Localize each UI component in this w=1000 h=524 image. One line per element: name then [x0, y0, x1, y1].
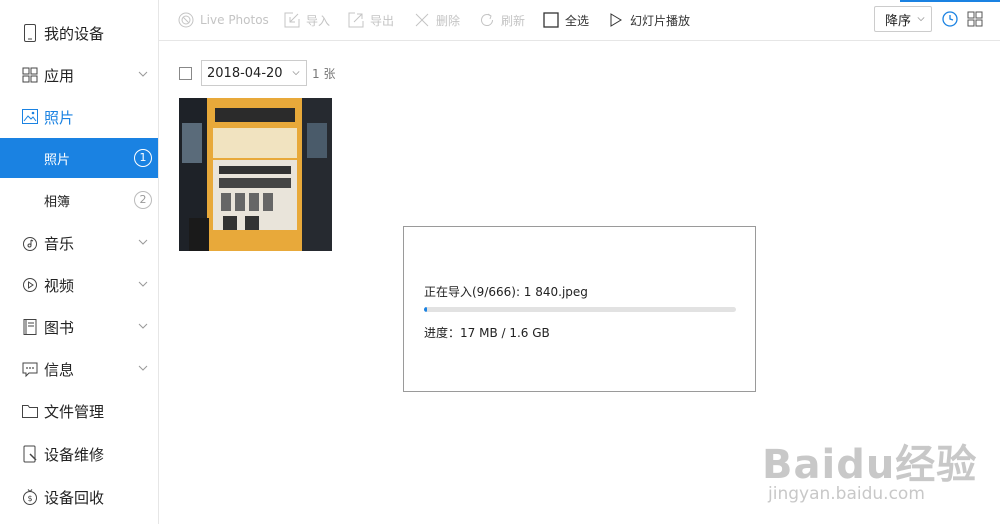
sidebar-item-messages[interactable]: 信息: [0, 348, 158, 390]
grid-view-icon[interactable]: [967, 11, 983, 27]
sidebar-item-apps[interactable]: 应用: [0, 54, 158, 96]
photo-thumbnail[interactable]: [179, 98, 332, 251]
repair-icon: [23, 445, 37, 463]
import-button[interactable]: 导入: [284, 10, 330, 30]
button-label: Live Photos: [200, 13, 269, 27]
message-icon: [22, 362, 38, 378]
sidebar-item-my-device[interactable]: 我的设备: [0, 12, 158, 54]
date-value: 2018-04-20: [207, 65, 283, 81]
sidebar-item-label: 音乐: [44, 234, 75, 253]
export-icon: [348, 12, 364, 28]
sidebar-item-device-recycle[interactable]: $ 设备回收: [0, 476, 158, 518]
play-icon: [610, 13, 622, 27]
sort-order-value: 降序: [885, 13, 912, 29]
chevron-down-icon: [138, 323, 148, 329]
checkbox-icon: [543, 12, 559, 28]
export-button[interactable]: 导出: [348, 10, 394, 30]
baidu-watermark: Baidu经验 jingyan.baidu.com: [762, 418, 992, 518]
sort-order-select[interactable]: 降序: [874, 6, 932, 32]
sidebar-item-label: 设备回收: [44, 488, 105, 507]
import-status-text: 正在导入(9/666): 1 840.jpeg: [424, 285, 588, 299]
live-photos-icon: [178, 12, 194, 28]
chevron-down-icon: [138, 71, 148, 77]
watermark-brand: Baidu经验: [762, 442, 978, 488]
sidebar-subitem-label: 照片: [44, 152, 71, 168]
book-icon: [23, 319, 37, 335]
sidebar-subitem-label: 相簿: [44, 194, 71, 210]
chevron-down-icon: [917, 17, 925, 22]
button-label: 导入: [306, 13, 331, 28]
refresh-button[interactable]: 刷新: [479, 10, 525, 30]
import-progress-fill: [424, 307, 428, 312]
sidebar-subitem-albums[interactable]: 相簿 2: [0, 180, 158, 220]
button-label: 刷新: [501, 13, 526, 28]
watermark-url: jingyan.baidu.com: [768, 484, 925, 504]
sidebar-item-file-manager[interactable]: 文件管理: [0, 390, 158, 432]
sidebar-item-label: 文件管理: [44, 402, 105, 421]
music-icon: [23, 237, 37, 251]
apps-grid-icon: [22, 67, 38, 83]
sidebar-item-photos[interactable]: 照片: [0, 96, 158, 138]
recycle-icon: $: [23, 489, 37, 505]
video-play-icon: [23, 278, 37, 292]
phone-icon: [24, 24, 36, 42]
import-progress-text: 进度：17 MB / 1.6 GB: [424, 326, 550, 340]
button-label: 幻灯片播放: [630, 13, 691, 28]
slideshow-button[interactable]: 幻灯片播放: [608, 10, 690, 30]
chevron-down-icon: [292, 71, 300, 76]
import-progress-bar: [424, 307, 736, 312]
close-icon: [415, 13, 429, 27]
sidebar-item-label: 信息: [44, 360, 75, 379]
button-label: 导出: [370, 13, 395, 28]
select-all-checkbox[interactable]: 全选: [543, 10, 589, 30]
toolbar: Live Photos 导入 导出 删除 刷新 全选 幻灯片播放 降序: [159, 0, 1000, 41]
sidebar-item-video[interactable]: 视频: [0, 264, 158, 306]
photo-count: 1 张: [312, 67, 336, 81]
button-label: 全选: [565, 13, 590, 28]
sidebar-item-music[interactable]: 音乐: [0, 222, 158, 264]
sidebar: 我的设备 应用 照片 照片 1 相簿 2 音乐 视频 图书 信息 文件管理 设备…: [0, 0, 159, 524]
sidebar-item-label: 图书: [44, 318, 75, 337]
chevron-down-icon: [138, 281, 148, 287]
import-progress-dialog: 正在导入(9/666): 1 840.jpeg 进度：17 MB / 1.6 G…: [403, 226, 756, 392]
chevron-down-icon: [138, 239, 148, 245]
sidebar-item-device-repair[interactable]: 设备维修: [0, 433, 158, 475]
sidebar-item-books[interactable]: 图书: [0, 306, 158, 348]
date-group-header: 2018-04-20 1 张: [179, 60, 335, 86]
count-badge: 2: [134, 191, 152, 209]
date-select[interactable]: 2018-04-20: [201, 60, 307, 86]
button-label: 删除: [436, 13, 461, 28]
refresh-icon: [481, 13, 494, 27]
date-group-checkbox[interactable]: [179, 66, 192, 80]
delete-button[interactable]: 删除: [414, 10, 460, 30]
sidebar-subitem-photos[interactable]: 照片 1: [0, 138, 158, 178]
toolbar-accent-line: [900, 0, 1000, 2]
image-icon: [22, 109, 38, 124]
sidebar-item-label: 照片: [44, 108, 75, 127]
sidebar-item-label: 应用: [44, 66, 75, 85]
folder-icon: [22, 405, 38, 418]
photo-image: [179, 98, 332, 251]
sidebar-item-label: 设备维修: [44, 445, 105, 464]
sidebar-item-label: 视频: [44, 276, 75, 295]
clock-view-icon[interactable]: [942, 11, 958, 27]
import-icon: [284, 12, 300, 28]
live-photos-button[interactable]: Live Photos: [178, 10, 269, 30]
count-badge: 1: [134, 149, 152, 167]
chevron-down-icon: [138, 365, 148, 371]
svg-text:$: $: [27, 494, 32, 503]
sidebar-item-label: 我的设备: [44, 24, 105, 43]
